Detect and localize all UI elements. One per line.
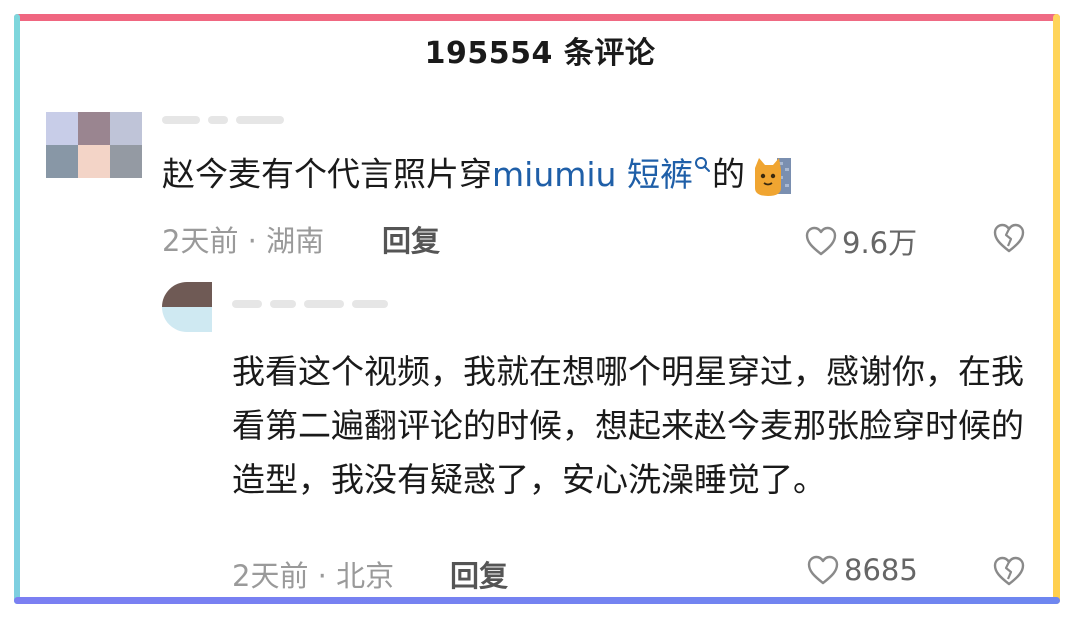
search-icon [694,157,710,172]
avatar-pixel [46,145,78,178]
heart-outline-icon [807,555,839,585]
comment-text: 赵今麦有个代言照片穿miumiu 短裤的 [162,154,793,198]
comment-text-before: 赵今麦有个代言照片穿 [162,154,492,194]
comment-location: 北京 [336,559,395,593]
avatar-pixel [78,112,110,145]
comments-count-title: 195554 条评论 [424,36,656,71]
reply-comment-text: 我看这个视频，我就在想哪个明星穿过，感谢你，在我看第二遍翻评论的时候，想起来赵今… [232,352,1024,499]
comment-text-after: 的 [711,154,745,194]
avatar-pixel [110,112,142,145]
like-button[interactable]: 9.6万 [804,220,917,262]
like-count: 8685 [844,553,918,587]
avatar[interactable] [162,282,212,332]
frame-left-edge [14,14,20,604]
comment-time: 2天前 [232,559,309,593]
like-count: 9.6万 [842,226,918,260]
frame-right-edge [1053,14,1060,604]
heart-broken-icon[interactable] [992,222,1026,254]
cat-emoji [754,158,791,196]
search-tag-link[interactable]: miumiu 短裤 [492,155,712,194]
comment-location: 湖南 [266,224,325,258]
search-tag-label: miumiu 短裤 [492,154,693,194]
reply-button[interactable]: 回复 [382,218,440,260]
reply-button[interactable]: 回复 [450,553,508,595]
avatar-pixel [46,112,78,145]
avatar[interactable] [46,112,142,178]
heart-broken-icon[interactable] [992,555,1026,587]
avatar-pixel [78,145,110,178]
username-redacted[interactable] [162,106,292,128]
comment-meta: 2天前 · 北京 [232,559,395,593]
heart-outline-icon [805,226,837,256]
like-button[interactable]: 8685 [806,553,918,587]
frame-bottom-edge [14,597,1060,604]
comment-meta: 2天前 · 湖南 [162,224,325,258]
frame-top-edge [14,14,1060,21]
username-redacted[interactable] [232,290,412,312]
avatar-pixel [110,145,142,178]
comment-time: 2天前 [162,224,239,258]
